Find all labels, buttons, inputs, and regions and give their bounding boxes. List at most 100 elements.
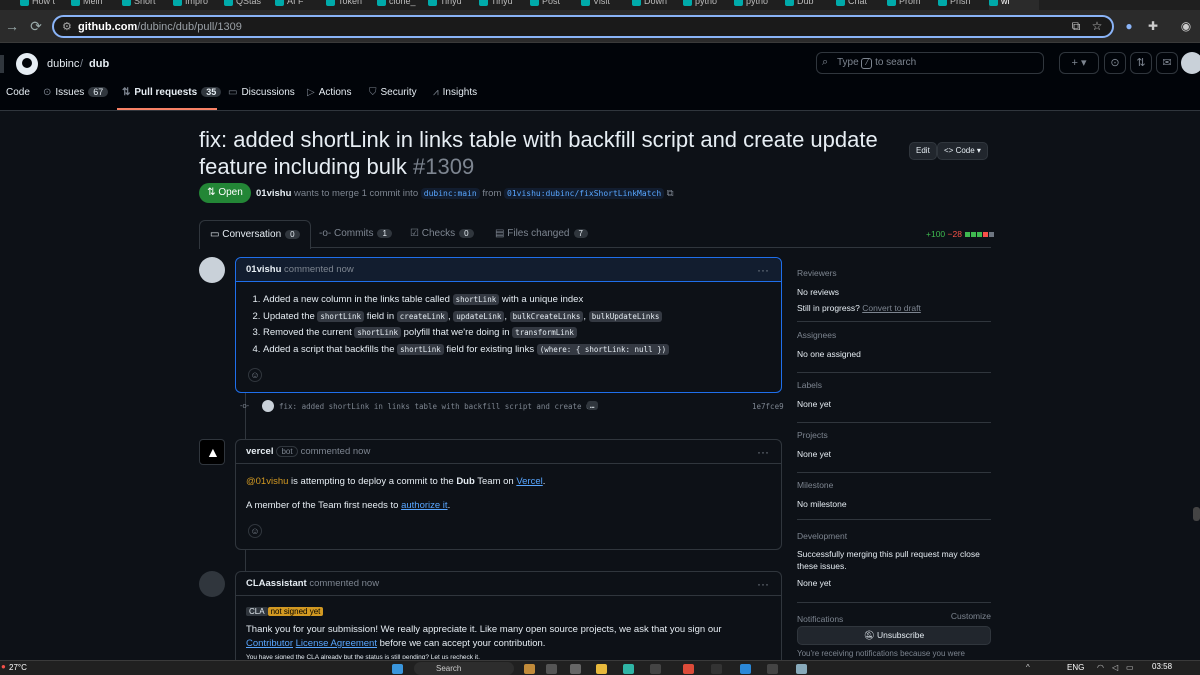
browser-tab[interactable]: Down (632, 0, 682, 10)
more-options-icon[interactable]: ··· (757, 258, 769, 282)
browser-tab[interactable]: pytho (734, 0, 784, 10)
mention-link[interactable]: @01vishu (246, 476, 288, 487)
browser-tab[interactable]: clone_ (377, 0, 427, 10)
tab-commits[interactable]: -o- Commits 1 (319, 220, 392, 248)
nav-issues[interactable]: ⊙ Issues 67 (43, 87, 109, 98)
app-icon[interactable] (740, 664, 751, 674)
sidebar-labels-title[interactable]: Labels (797, 380, 991, 390)
nav-actions[interactable]: ▷ Actions (307, 87, 352, 98)
battery-icon[interactable]: ▭ (1126, 663, 1134, 672)
chrome-icon[interactable] (683, 664, 694, 674)
user-avatar[interactable] (1181, 52, 1200, 74)
app-icon[interactable] (711, 664, 722, 674)
store-icon[interactable] (650, 664, 661, 674)
browser-tab[interactable]: Token (326, 0, 376, 10)
head-branch[interactable]: 01vishu:dubinc/fixShortLinkMatch (504, 188, 665, 199)
nav-pull-requests[interactable]: ⇅ Pull requests 35 (122, 87, 222, 98)
tab-files-changed[interactable]: ▤ Files changed 7 (495, 220, 588, 248)
browser-tab[interactable]: Prisn (938, 0, 988, 10)
nav-insights[interactable]: ⩘ Insights (433, 87, 477, 98)
volume-icon[interactable]: ◁ (1112, 663, 1118, 672)
base-branch[interactable]: dubinc:main (420, 188, 480, 199)
unsubscribe-button[interactable]: 🔕︎ Unsubscribe (797, 626, 991, 645)
code-button[interactable]: <> Code ▾ (937, 142, 988, 160)
taskbar-search[interactable]: Search (414, 662, 514, 675)
profile-icon[interactable]: ◉ (1178, 18, 1194, 34)
browser-tab[interactable]: Post (530, 0, 580, 10)
sidebar-reviewers-title[interactable]: Reviewers (797, 268, 991, 278)
browser-tab[interactable]: Impro (173, 0, 223, 10)
commit-message-link[interactable]: fix: added shortLink in links table with… (279, 402, 595, 411)
app-icon[interactable] (796, 664, 807, 674)
avatar[interactable] (262, 400, 274, 412)
cla-badge[interactable]: CLA not signed yet (246, 606, 324, 617)
chevron-up-icon[interactable]: ^ (1026, 663, 1030, 672)
browser-tab[interactable]: Visit (581, 0, 631, 10)
browser-tab[interactable]: wi (989, 0, 1039, 10)
vercel-link[interactable]: Vercel (516, 476, 542, 487)
issues-icon[interactable]: ⊙ (1104, 52, 1126, 74)
repo-link[interactable]: dub (89, 58, 109, 70)
browser-tab[interactable]: QStas (224, 0, 274, 10)
comment-author[interactable]: 01vishu (246, 264, 281, 275)
browser-tab[interactable]: Prom (887, 0, 937, 10)
app-icon[interactable] (570, 664, 581, 674)
sidebar-milestone-title[interactable]: Milestone (797, 480, 991, 490)
app-icon[interactable] (524, 664, 535, 674)
file-explorer-icon[interactable] (596, 664, 607, 674)
browser-tab[interactable]: pytho (683, 0, 733, 10)
browser-tab[interactable]: Chat (836, 0, 886, 10)
browser-tab[interactable]: Dub (785, 0, 835, 10)
comment-author[interactable]: vercel (246, 446, 273, 457)
edit-button[interactable]: Edit (909, 142, 937, 160)
browser-tab[interactable]: Tinyu (428, 0, 478, 10)
browser-tab[interactable]: How t (20, 0, 70, 10)
copy-icon[interactable]: ⧉ (667, 188, 674, 199)
more-options-icon[interactable]: ··· (757, 440, 769, 464)
pr-author-link[interactable]: 01vishu (256, 188, 291, 199)
convert-to-draft-link[interactable]: Convert to draft (862, 303, 921, 313)
clock[interactable]: 03:58 (1152, 662, 1172, 671)
weather-temperature[interactable]: 27°C (9, 663, 27, 672)
avatar[interactable] (199, 257, 225, 283)
nav-code[interactable]: Code (6, 87, 30, 98)
menu-edge[interactable] (0, 55, 4, 73)
browser-tab[interactable]: Tinyu (479, 0, 529, 10)
install-app-icon[interactable]: ⧉ (1068, 18, 1084, 34)
tab-conversation[interactable]: ▭ Conversation 0 (199, 220, 311, 249)
add-reaction-icon[interactable]: ☺ (248, 368, 262, 382)
wifi-icon[interactable]: ◠ (1097, 663, 1104, 672)
bookmark-star-icon[interactable]: ☆ (1089, 18, 1105, 34)
forward-icon[interactable]: → (4, 18, 20, 34)
nav-discussions[interactable]: ▭ Discussions (228, 87, 295, 98)
avatar[interactable] (199, 571, 225, 597)
task-view-icon[interactable] (546, 664, 557, 674)
customize-link[interactable]: Customize (951, 611, 991, 621)
comment-author[interactable]: CLAassistant (246, 578, 307, 589)
add-reaction-icon[interactable]: ☺ (248, 524, 262, 538)
extensions-puzzle-icon[interactable]: ✚ (1145, 18, 1161, 34)
browser-tab[interactable]: AI F (275, 0, 325, 10)
site-info-icon[interactable]: ⚙ (62, 20, 72, 33)
inbox-icon[interactable]: ✉ (1156, 52, 1178, 74)
edge-icon[interactable] (623, 664, 634, 674)
commit-sha-link[interactable]: 1e7fce9 (752, 402, 784, 411)
cla-link[interactable]: Contributor (246, 638, 293, 649)
address-bar[interactable]: ⚙ github.com/dubinc/dub/pull/1309 (52, 15, 1114, 38)
pull-requests-icon[interactable]: ⇅ (1130, 52, 1152, 74)
sidebar-projects-title[interactable]: Projects (797, 430, 991, 440)
scrollbar[interactable] (1193, 507, 1200, 521)
extension-icon[interactable]: ● (1121, 18, 1137, 34)
cla-link[interactable]: License Agreement (296, 638, 377, 649)
language-indicator[interactable]: ENG (1067, 663, 1084, 672)
nav-security[interactable]: ⛉ Security (369, 87, 417, 98)
reload-icon[interactable]: ⟳ (28, 18, 44, 34)
avatar[interactable]: ▲ (199, 439, 225, 465)
more-options-icon[interactable]: ··· (757, 572, 769, 596)
tab-checks[interactable]: ☑ Checks 0 (410, 220, 474, 248)
github-logo-icon[interactable] (16, 53, 38, 75)
authorize-link[interactable]: authorize it (401, 500, 447, 511)
search-input[interactable]: ⌕ Type / to search (816, 52, 1044, 74)
sidebar-assignees-title[interactable]: Assignees (797, 330, 991, 340)
browser-tab[interactable]: Short (122, 0, 172, 10)
